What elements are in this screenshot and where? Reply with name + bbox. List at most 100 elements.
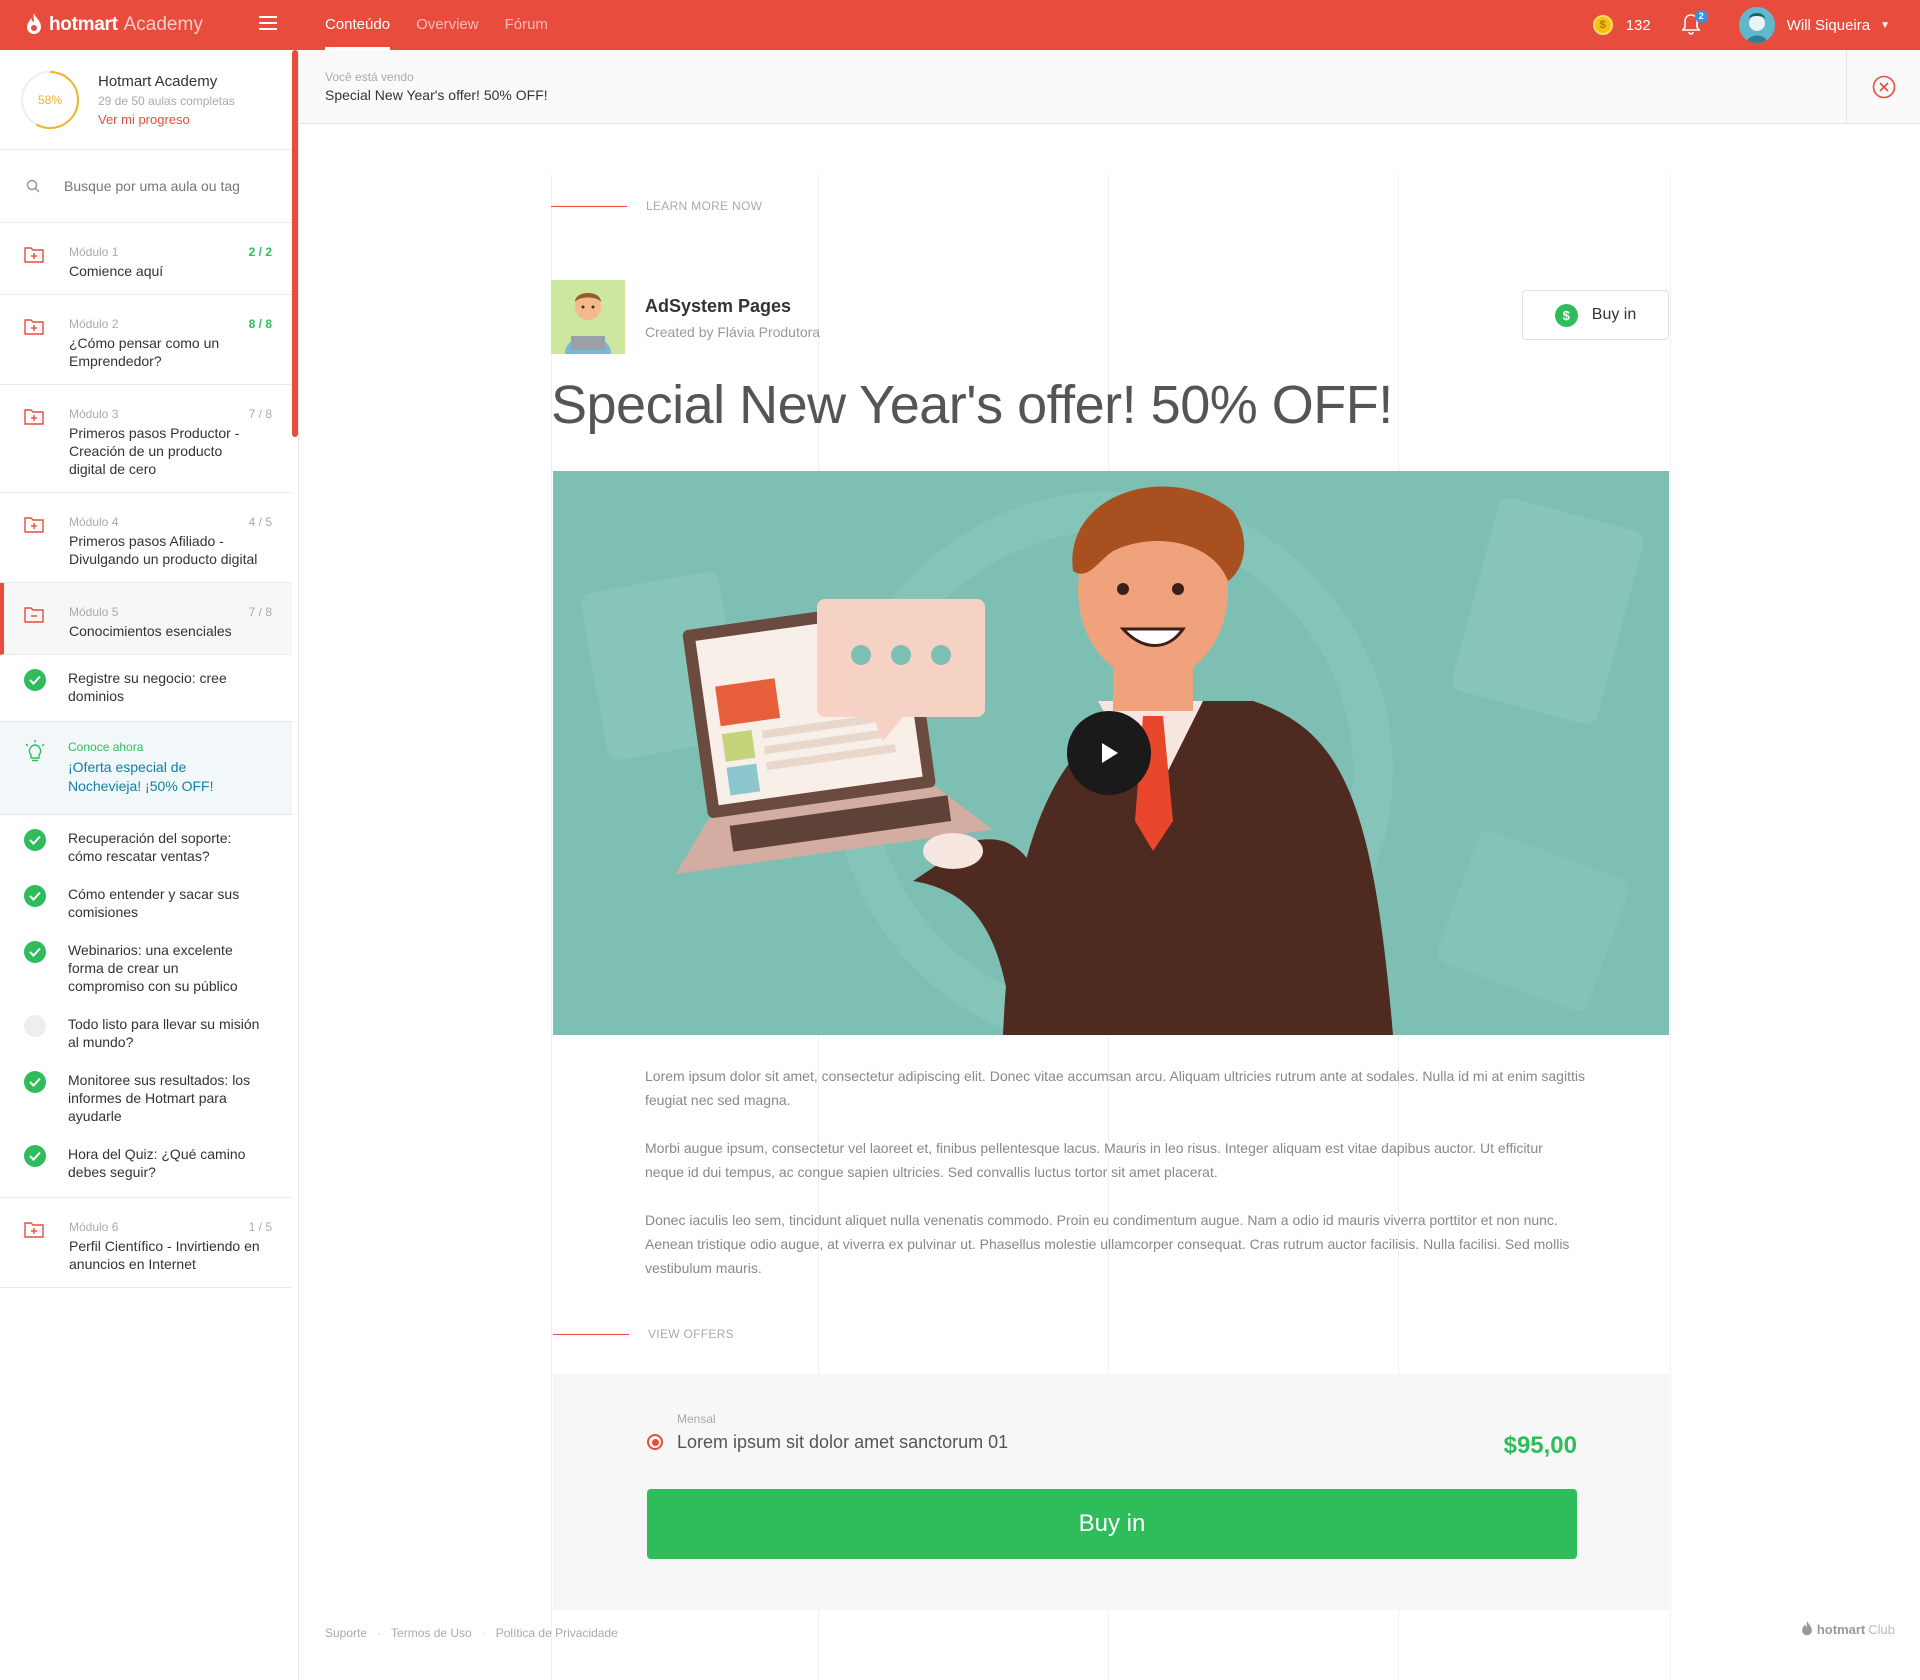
module-count: 7 / 8 [248, 407, 272, 421]
module-title: Primeros pasos Afiliado - Divulgando un … [69, 533, 258, 567]
product-thumbnail [551, 280, 625, 354]
view-progress-link[interactable]: Ver mi progreso [98, 112, 235, 127]
module-title: ¿Cómo pensar como un Emprendedor? [69, 335, 220, 369]
module-count: 8 / 8 [248, 317, 272, 331]
module-3[interactable]: Módulo 3 Primeros pasos Productor - Creac… [0, 385, 292, 493]
empty-circle-icon [24, 1015, 46, 1037]
check-icon [24, 941, 46, 963]
lesson-item[interactable]: Cómo entender y sacar sus comisiones [0, 875, 292, 931]
footer-link-support[interactable]: Suporte [325, 1626, 367, 1640]
product-name: AdSystem Pages [645, 296, 792, 316]
close-icon [1872, 75, 1895, 98]
buy-button-top-label: Buy in [1591, 306, 1637, 323]
play-button[interactable] [1067, 711, 1151, 795]
video-player[interactable] [553, 471, 1669, 1035]
module-title: Primeros pasos Productor - Creación de u… [69, 425, 240, 477]
plan-label: Mensal [677, 1412, 716, 1426]
folder-plus-icon [24, 517, 44, 533]
section-header: LEARN MORE NOW [551, 176, 1669, 236]
notice-label: Você está vendo [325, 70, 414, 84]
brand-name: hotmart [49, 14, 118, 35]
chevron-down-icon[interactable]: ▼ [1880, 20, 1890, 31]
module-label: Módulo 4 [69, 515, 119, 529]
grid-line [1670, 174, 1671, 1680]
tab-conteudo[interactable]: Conteúdo [325, 0, 391, 50]
course-title: Hotmart Academy [98, 72, 218, 90]
main-tabs: Conteúdo Overview Fórum [325, 0, 574, 50]
module-label: Módulo 5 [69, 605, 119, 619]
coin-count: 132 [1625, 16, 1651, 34]
progress-ring: 58% [20, 70, 80, 130]
module-title: Conocimientos esenciales [69, 623, 232, 639]
product-header: AdSystem Pages Created by Flávia Produto… [551, 280, 1669, 356]
plan-text[interactable]: Lorem ipsum sit dolor amet sanctorum 01 [677, 1432, 1008, 1453]
search-input[interactable] [64, 178, 264, 194]
lesson-title: Webinarios: una excelente forma de crear… [68, 942, 238, 994]
folder-plus-icon [24, 247, 44, 263]
header-right: $ 132 2 Will Siqueira ▼ [1592, 0, 1920, 50]
menu-icon[interactable] [259, 16, 277, 32]
description-paragraph: Lorem ipsum dolor sit amet, consectetur … [645, 1068, 1585, 1108]
sales-page: LEARN MORE NOW AdSystem Pages Created by… [551, 174, 1669, 1610]
avatar[interactable] [1738, 7, 1775, 43]
lesson-item[interactable]: Recuperación del soporte: cómo rescatar … [0, 815, 292, 875]
notifications-button[interactable]: 2 [1681, 10, 1708, 37]
coin-icon[interactable]: $ [1592, 15, 1613, 35]
top-bar: hotmart Academy Conteúdo Overview Fórum … [0, 0, 1920, 50]
lesson-item[interactable]: Registre su negocio: cree dominios [0, 655, 292, 715]
search-icon [26, 179, 40, 193]
notice-text: Special New Year's offer! 50% OFF! [325, 87, 548, 103]
user-name[interactable]: Will Siqueira [1787, 17, 1870, 34]
check-icon [24, 885, 46, 907]
check-icon [24, 1071, 46, 1093]
lesson-item-current[interactable]: Conoce ahora ¡Oferta especial de Nochevi… [0, 721, 292, 815]
current-lesson-label: Conoce ahora [68, 740, 144, 754]
lesson-title: Hora del Quiz: ¿Qué camino debes seguir? [68, 1146, 246, 1180]
description-paragraph: Morbi augue ipsum, consectetur vel laore… [645, 1140, 1543, 1180]
brand[interactable]: hotmart Academy [0, 0, 299, 50]
lesson-title: Todo listo para llevar su misión al mund… [68, 1016, 260, 1050]
module-count: 4 / 5 [248, 515, 272, 529]
tab-overview[interactable]: Overview [416, 0, 479, 50]
footer-link-terms[interactable]: Termos de Uso [391, 1626, 472, 1640]
progress-percent: 58% [37, 92, 63, 107]
sidebar: 58% Hotmart Academy 29 de 50 aulas compl… [0, 50, 299, 1680]
tab-forum[interactable]: Fórum [505, 0, 548, 50]
module-4[interactable]: Módulo 4 Primeros pasos Afiliado - Divulg… [0, 493, 292, 583]
buy-button[interactable]: Buy in [647, 1489, 1577, 1559]
module-label: Módulo 2 [69, 317, 119, 331]
lesson-item[interactable]: Monitoree sus resultados: los informes d… [0, 1061, 292, 1135]
lesson-item[interactable]: Webinarios: una excelente forma de crear… [0, 931, 292, 1005]
module-count: 2 / 2 [248, 245, 272, 259]
lesson-item[interactable]: Todo listo para llevar su misión al mund… [0, 1005, 292, 1061]
check-icon [24, 669, 46, 691]
footer-logo-name: hotmart [1816, 1621, 1866, 1637]
buy-button-top[interactable]: $ Buy in [1522, 290, 1669, 340]
module-5[interactable]: Módulo 5 Conocimientos esenciales 7 / 8 [0, 583, 292, 655]
module-2[interactable]: Módulo 2 ¿Cómo pensar como un Emprendedor… [0, 295, 292, 385]
footer-link-privacy[interactable]: Política de Privacidade [496, 1626, 618, 1640]
folder-plus-icon [24, 409, 44, 425]
lesson-title: Cómo entender y sacar sus comisiones [68, 886, 240, 920]
folder-plus-icon [24, 319, 44, 335]
lesson-title: Monitoree sus resultados: los informes d… [68, 1072, 251, 1124]
module-count: 7 / 8 [248, 605, 272, 619]
module-6[interactable]: Módulo 6 Perfil Científico - Invirtiendo … [0, 1198, 292, 1288]
user-avatar-icon [1738, 7, 1775, 43]
footer-logo: hotmart Club [1800, 1620, 1895, 1638]
folder-minus-icon [24, 607, 44, 623]
close-button[interactable] [1846, 50, 1920, 123]
plan-radio[interactable] [647, 1434, 663, 1450]
lesson-item[interactable]: Hora del Quiz: ¿Qué camino debes seguir? [0, 1135, 292, 1198]
main-content: Você está vendo Special New Year's offer… [300, 50, 1920, 1680]
course-progress: 58% Hotmart Academy 29 de 50 aulas compl… [0, 50, 292, 150]
page-title: Special New Year's offer! 50% OFF! [551, 375, 1393, 435]
current-lesson-title: ¡Oferta especial de Nochevieja! ¡50% OFF… [68, 759, 214, 794]
sidebar-scrollbar[interactable] [292, 50, 298, 437]
product-creator: Created by Flávia Produtora [645, 324, 821, 340]
module-title: Perfil Científico - Invirtiendo en anunc… [69, 1238, 260, 1272]
module-count: 1 / 5 [248, 1220, 272, 1234]
section-label: LEARN MORE NOW [646, 199, 763, 213]
module-1[interactable]: Módulo 1 Comience aquí 2 / 2 [0, 223, 292, 295]
footer-logo-sub: Club [1868, 1621, 1895, 1637]
